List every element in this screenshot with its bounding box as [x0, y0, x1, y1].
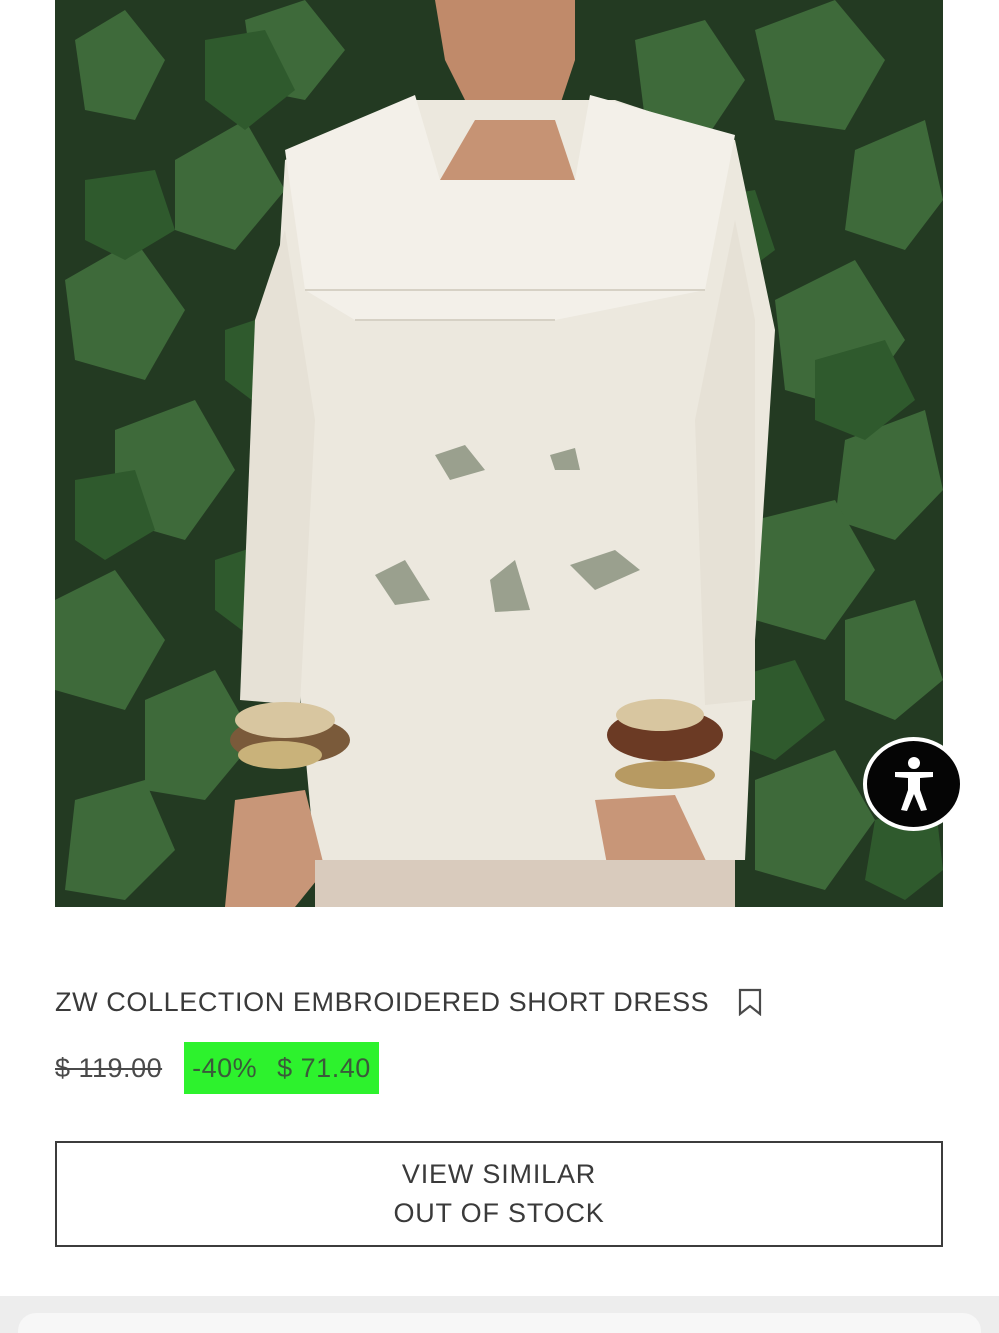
- accessibility-button[interactable]: [863, 737, 964, 831]
- next-card-edge: [18, 1313, 981, 1333]
- discount-percent: -40%: [192, 1052, 258, 1083]
- original-price: $ 119.00: [55, 1052, 163, 1083]
- bookmark-icon[interactable]: [737, 988, 763, 1016]
- stock-status-label: OUT OF STOCK: [393, 1198, 605, 1228]
- view-similar-label: VIEW SIMILAR: [401, 1159, 597, 1189]
- product-title-row: ZW COLLECTION EMBROIDERED SHORT DRESS: [55, 982, 763, 1022]
- product-title[interactable]: ZW COLLECTION EMBROIDERED SHORT DRESS: [55, 987, 709, 1018]
- accessibility-icon: [894, 757, 933, 811]
- view-similar-button[interactable]: VIEW SIMILAR OUT OF STOCK: [55, 1141, 943, 1247]
- sale-price: $ 71.40: [277, 1052, 371, 1083]
- price-row: $ 119.00 -40% $ 71.40: [55, 1042, 379, 1094]
- sale-price-badge: -40% $ 71.40: [184, 1042, 379, 1094]
- product-photo: [55, 0, 943, 907]
- product-image[interactable]: [55, 0, 943, 907]
- product-card-page: ZW COLLECTION EMBROIDERED SHORT DRESS $ …: [0, 0, 999, 1333]
